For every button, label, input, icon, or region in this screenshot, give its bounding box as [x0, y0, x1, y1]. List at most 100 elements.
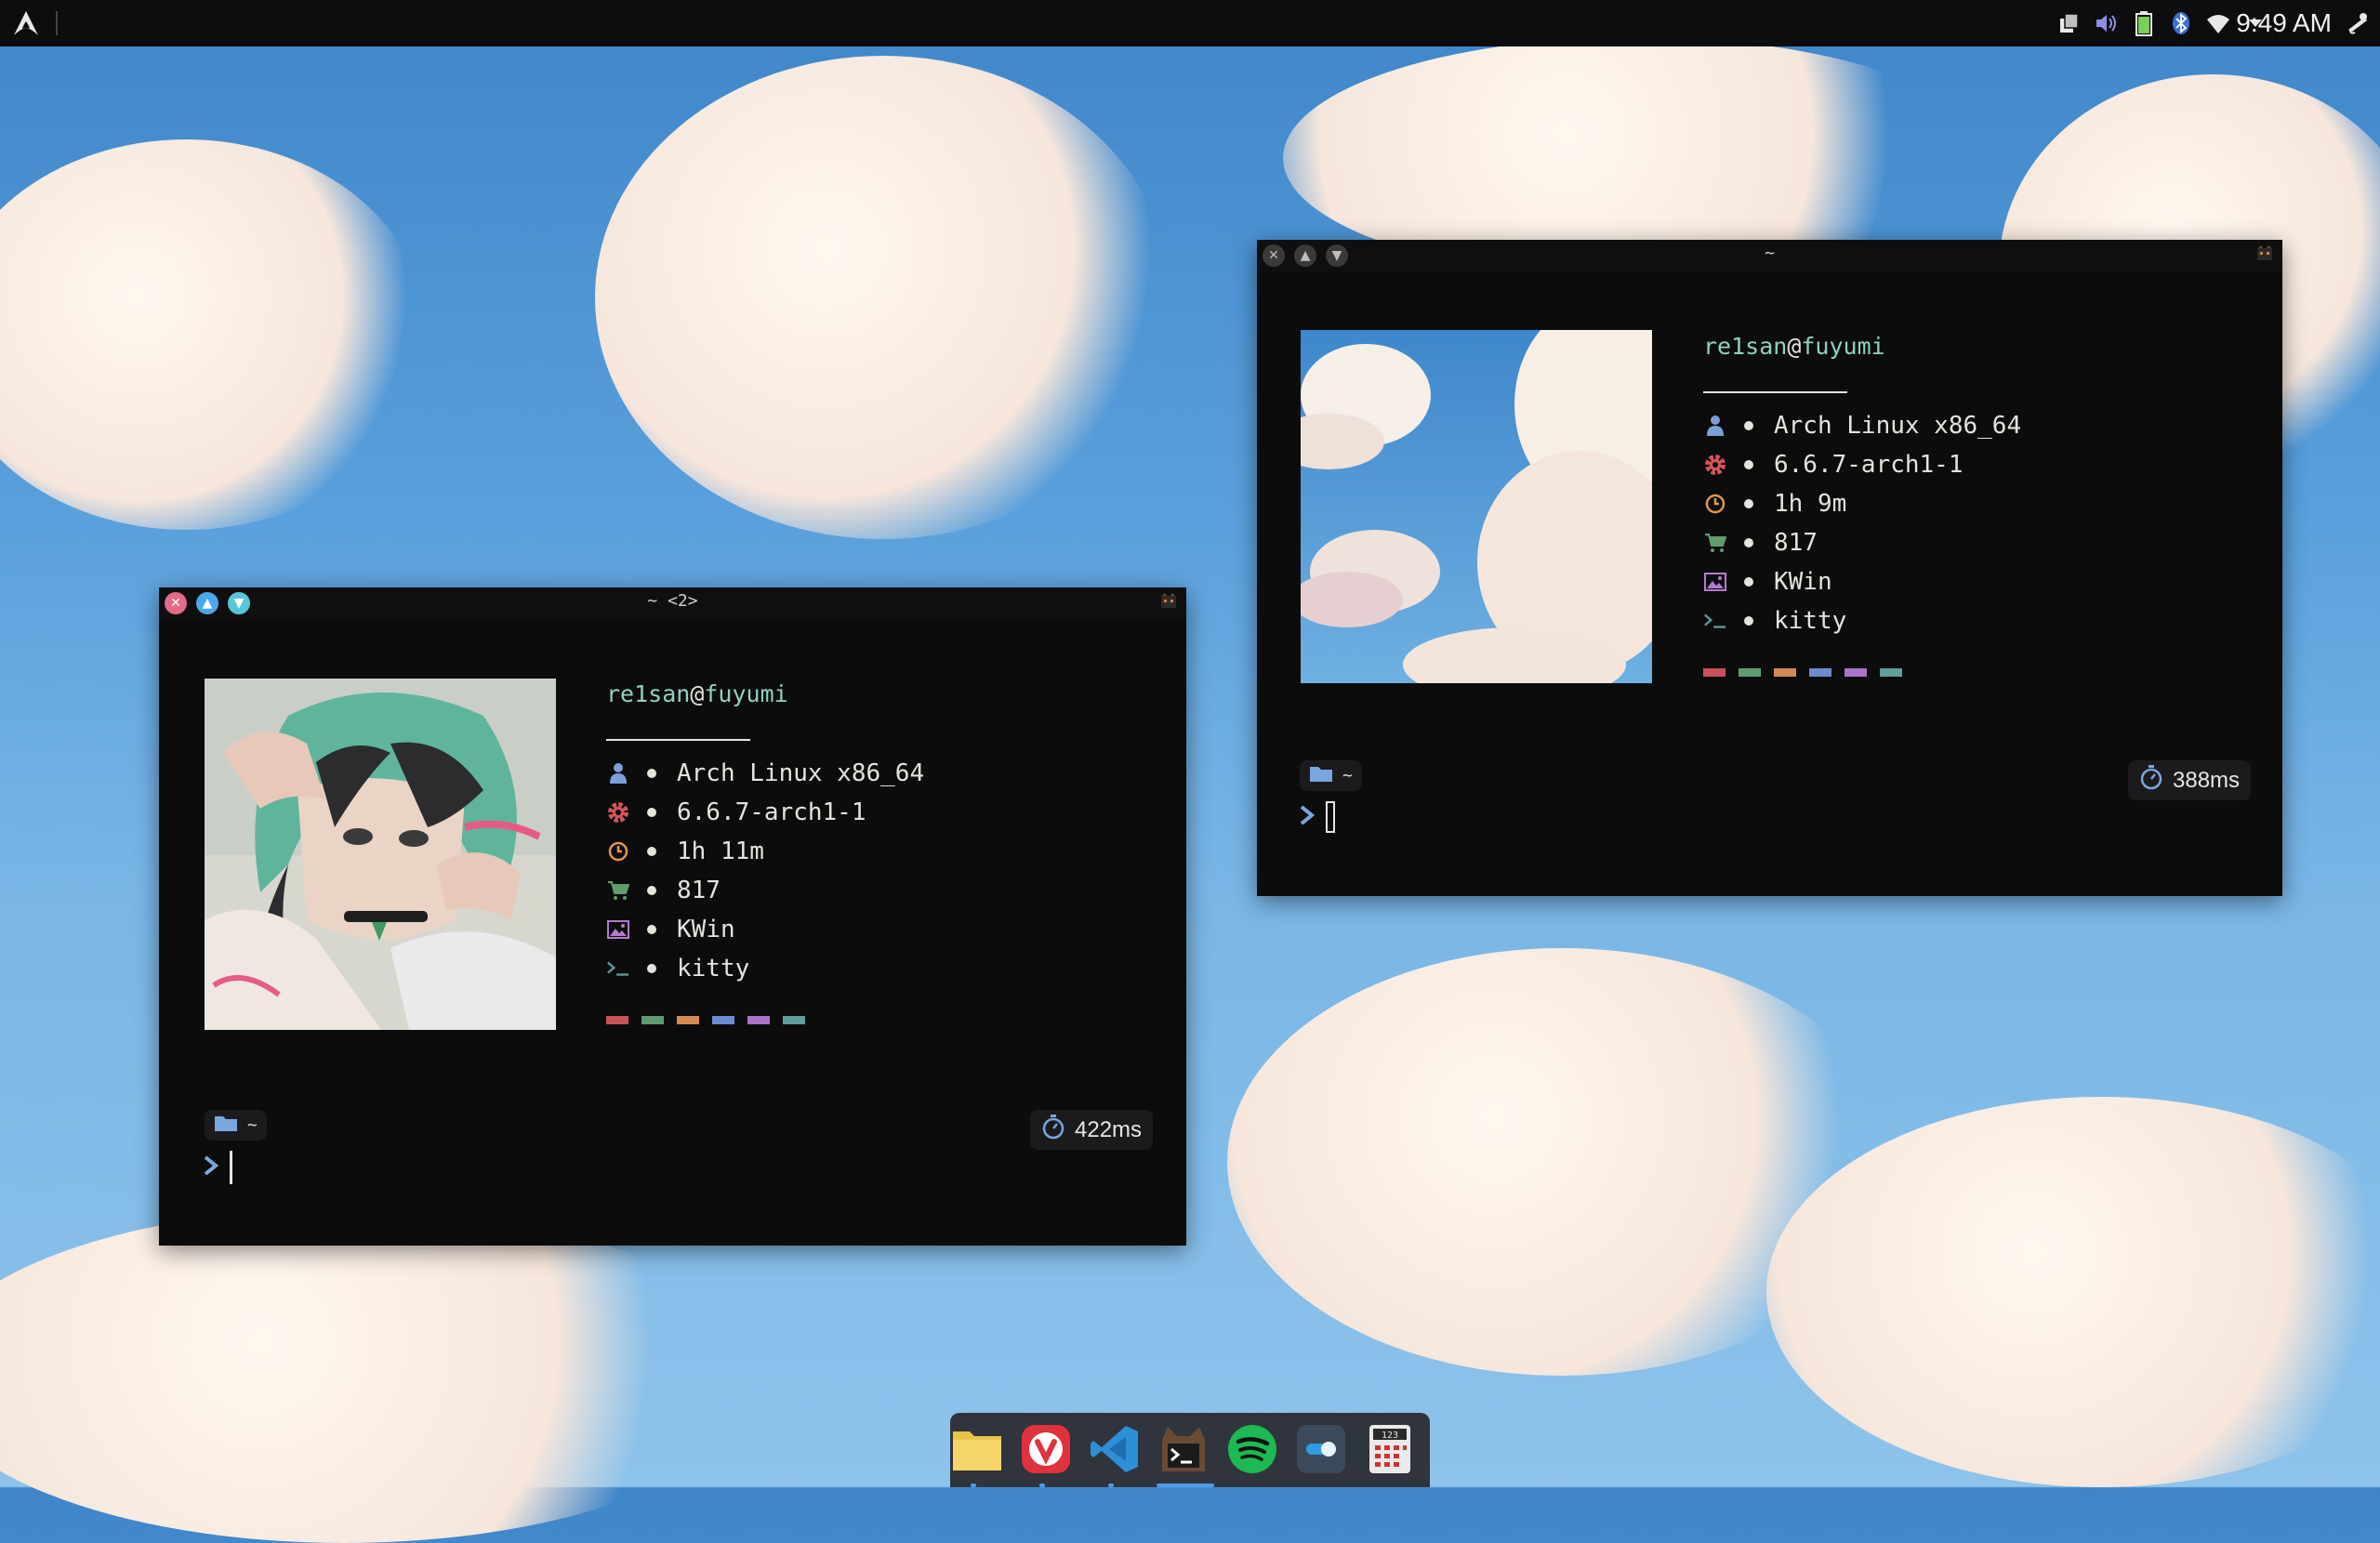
terminal-icon — [606, 956, 630, 981]
top-panel: 9:49 AM — [0, 0, 2380, 46]
window-title: ~ — [1765, 244, 1775, 263]
bluetooth-icon[interactable] — [2168, 10, 2194, 36]
bullet — [1744, 499, 1753, 508]
at-sign: @ — [1787, 333, 1802, 360]
active-indicator-focused — [1157, 1484, 1214, 1487]
palette-swatch — [606, 1016, 628, 1024]
bullet — [1744, 577, 1753, 587]
palette-swatch — [641, 1016, 664, 1024]
vivaldi-icon[interactable] — [1019, 1422, 1073, 1476]
prompt-chevron-icon — [202, 1153, 222, 1182]
bullet — [1744, 460, 1753, 469]
vscode-icon[interactable] — [1088, 1422, 1142, 1476]
color-palette — [1703, 668, 2021, 677]
hostname: fuyumi — [704, 680, 788, 707]
uptime-value: 1h 11m — [677, 837, 764, 865]
os-value: Arch Linux x86_64 — [1774, 412, 2022, 440]
kitty-icon — [1160, 593, 1177, 610]
prompt-directory: ~ — [1300, 760, 1362, 791]
kitty-icon[interactable] — [1157, 1422, 1210, 1476]
arch-launcher-icon[interactable] — [11, 8, 41, 38]
bullet — [647, 808, 656, 817]
kitty-icon — [2256, 245, 2273, 262]
palette-swatch — [747, 1016, 770, 1024]
bullet — [1744, 616, 1753, 626]
palette-swatch — [1809, 668, 1831, 677]
settings-icon[interactable] — [1294, 1422, 1348, 1476]
bullet — [1744, 538, 1753, 547]
bullet — [647, 886, 656, 895]
image-icon — [1703, 570, 1727, 594]
active-indicator — [1039, 1484, 1045, 1487]
user-host: re1san@fuyumi — [606, 680, 924, 707]
fetch-info: re1san@fuyumi Arch Linux x86_64 6.6.7-ar… — [1703, 333, 2021, 677]
prompt-dir-text: ~ — [1342, 766, 1353, 785]
packages-value: 817 — [677, 877, 721, 904]
bullet — [1744, 421, 1753, 430]
info-row-kernel: 6.6.7-arch1-1 — [1703, 445, 2021, 484]
wifi-icon[interactable] — [2205, 10, 2231, 36]
hostname: fuyumi — [1801, 333, 1885, 360]
files-icon[interactable] — [950, 1422, 1004, 1476]
wm-value: KWin — [1774, 568, 1832, 596]
text-cursor — [1326, 801, 1335, 833]
terminal-window-kitty-2[interactable]: ✕ ▲ ▼ ~ <2> re1san@fuyumi Arch Linux x86… — [159, 587, 1186, 1246]
divider — [606, 739, 750, 741]
color-palette — [606, 1016, 924, 1024]
titlebar[interactable]: ✕ ▲ ▼ ~ <2> — [159, 587, 1186, 619]
at-sign: @ — [690, 680, 705, 707]
info-row-terminal: kitty — [1703, 601, 2021, 640]
prompt-line[interactable] — [1298, 801, 1335, 833]
titlebar[interactable]: ✕ ▲ ▼ ~ — [1257, 240, 2282, 271]
terminal-value: kitty — [677, 955, 750, 983]
palette-swatch — [1739, 668, 1761, 677]
terminal-icon — [1703, 609, 1727, 633]
prompt-dir-text: ~ — [247, 1115, 258, 1135]
prompt-line[interactable] — [202, 1151, 232, 1184]
gear-icon — [1703, 453, 1727, 477]
folder-icon — [1309, 764, 1333, 787]
prompt-chevron-icon — [1298, 802, 1318, 832]
user-host: re1san@fuyumi — [1703, 333, 2021, 360]
image-icon — [606, 917, 630, 942]
palette-swatch — [783, 1016, 805, 1024]
username: re1san — [606, 680, 691, 707]
battery-icon[interactable] — [2131, 10, 2157, 36]
kernel-value: 6.6.7-arch1-1 — [677, 798, 866, 826]
clock-icon — [1703, 492, 1727, 516]
calculator-label: 123 — [1382, 1431, 1398, 1441]
volume-icon[interactable] — [2094, 10, 2120, 36]
info-row-packages: 817 — [1703, 523, 2021, 562]
user-icon — [1703, 414, 1727, 438]
terminal-window-kitty[interactable]: ✕ ▲ ▼ ~ re1san@fuyumi Arch Linux x86_64 … — [1257, 240, 2282, 896]
palette-swatch — [677, 1016, 699, 1024]
bullet — [647, 964, 656, 973]
spotify-icon[interactable] — [1225, 1422, 1279, 1476]
bullet — [647, 925, 656, 934]
wm-value: KWin — [677, 916, 735, 943]
text-cursor — [230, 1151, 232, 1184]
notifications-icon[interactable] — [2343, 9, 2371, 37]
info-row-os: Arch Linux x86_64 — [606, 754, 924, 793]
info-row-os: Arch Linux x86_64 — [1703, 406, 2021, 445]
timer-value: 388ms — [2173, 767, 2241, 793]
info-row-packages: 817 — [606, 871, 924, 910]
info-row-terminal: kitty — [606, 949, 924, 988]
clock[interactable]: 9:49 AM — [2236, 6, 2332, 41]
timer-value: 422ms — [1075, 1116, 1143, 1142]
palette-swatch — [1774, 668, 1796, 677]
calculator-icon[interactable]: 123 — [1363, 1422, 1417, 1476]
palette-swatch — [1703, 668, 1726, 677]
palette-swatch — [1844, 668, 1867, 677]
palette-swatch — [1880, 668, 1902, 677]
stopwatch-icon — [2139, 764, 2163, 797]
clipboard-icon[interactable] — [2056, 10, 2082, 36]
info-row-uptime: 1h 9m — [1703, 484, 2021, 523]
username: re1san — [1703, 333, 1788, 360]
folder-icon — [214, 1114, 238, 1137]
clock-icon — [606, 839, 630, 864]
packages-value: 817 — [1774, 529, 1818, 557]
cart-icon — [1703, 531, 1727, 555]
user-icon — [606, 761, 630, 785]
sky-clouds-image — [1301, 330, 1652, 683]
